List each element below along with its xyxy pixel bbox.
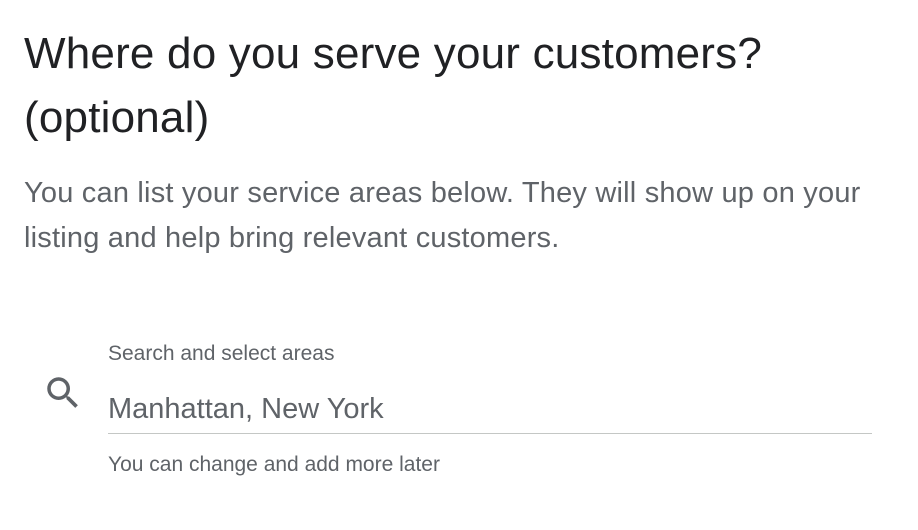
page-description: You can list your service areas below. T… <box>24 177 861 254</box>
search-helper-text: You can change and add more later <box>108 453 440 476</box>
search-field-label: Search and select areas <box>108 342 335 365</box>
search-input[interactable] <box>108 386 872 434</box>
service-area-search: Search and select areas You can change a… <box>40 336 880 496</box>
page-title: Where do you serve your customers? (opti… <box>24 29 762 142</box>
search-icon <box>42 372 84 414</box>
